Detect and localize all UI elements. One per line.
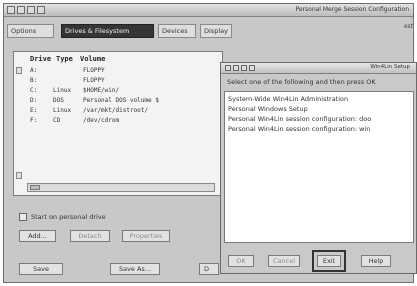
list-scroll-bottom[interactable] [16, 172, 22, 179]
ok-button[interactable]: OK [228, 255, 254, 267]
table-row[interactable]: A: FLOPPY [17, 67, 217, 76]
tab-overflow-text: est [403, 23, 413, 30]
close-icon[interactable] [7, 6, 15, 14]
setup-dialog: Win4Lin Setup Select one of the followin… [220, 62, 417, 274]
table-row[interactable]: B: FLOPPY [17, 77, 217, 86]
cancel-button[interactable]: Cancel [268, 255, 300, 267]
type-cell: Linux [53, 107, 72, 114]
type-cell: CD [53, 117, 61, 124]
type-cell: Linux [53, 87, 72, 94]
maximize-icon[interactable] [27, 6, 35, 14]
dialog-close-icon[interactable] [225, 65, 231, 71]
list-item[interactable]: System-Wide Win4Lin Administration [228, 95, 348, 103]
list-item[interactable]: Personal Windows Setup [228, 105, 308, 113]
dialog-title: Win4Lin Setup [370, 64, 410, 70]
partial-button[interactable]: D [199, 263, 219, 275]
list-item[interactable]: Personal Win4Lin session configuration: … [228, 125, 370, 133]
volume-cell: /var/mkt/distroot/ [83, 107, 149, 114]
main-titlebar[interactable]: Personal Merge Session Configuration [4, 4, 413, 17]
help-button[interactable]: Help [361, 255, 391, 267]
dialog-minimize-icon[interactable] [233, 65, 239, 71]
add-button[interactable]: Add... [19, 230, 56, 242]
drive-cell: C: [30, 87, 38, 94]
drive-cell: B: [30, 77, 38, 84]
detach-button[interactable]: Detach [70, 230, 110, 242]
save-as-button[interactable]: Save As... [110, 263, 160, 275]
drive-cell: A: [30, 67, 38, 74]
exit-button[interactable]: Exit [317, 255, 341, 267]
list-item[interactable]: Personal Win4Lin session configuration: … [228, 115, 371, 123]
dialog-menu-icon[interactable] [249, 65, 255, 71]
minimize-icon[interactable] [17, 6, 25, 14]
volume-cell: Personal DOS volume $ [83, 97, 159, 104]
menu-icon[interactable] [37, 6, 45, 14]
volume-column-header: Volume [80, 55, 106, 63]
scrollbar-thumb[interactable] [30, 185, 40, 190]
drive-column-header: Drive [30, 55, 52, 63]
table-row[interactable]: F: CD /dev/cdrom [17, 117, 217, 126]
type-column-header: Type [56, 55, 73, 63]
drive-cell: F: [30, 117, 38, 124]
tab-devices[interactable]: Devices [158, 24, 196, 38]
volume-cell: /dev/cdrom [83, 117, 120, 124]
dialog-prompt: Select one of the following and then pre… [227, 78, 376, 86]
tab-options[interactable]: Options [7, 24, 54, 38]
table-row[interactable]: C: Linux $HOME/win/ [17, 87, 217, 96]
drive-cell: D: [30, 97, 38, 104]
type-cell: DOS [53, 97, 64, 104]
tab-drives-filesystem[interactable]: Drives & Filesystem [61, 24, 154, 38]
window-title: Personal Merge Session Configuration [295, 6, 409, 13]
properties-button[interactable]: Properties [122, 230, 170, 242]
save-button[interactable]: Save [19, 263, 63, 275]
table-row[interactable]: D: DOS Personal DOS volume $ [17, 97, 217, 106]
start-drive-checkbox[interactable] [19, 213, 27, 221]
dialog-titlebar[interactable]: Win4Lin Setup [221, 63, 416, 74]
table-row[interactable]: E: Linux /var/mkt/distroot/ [17, 107, 217, 116]
start-drive-label: Start on personal drive [31, 213, 106, 221]
horizontal-scrollbar[interactable] [27, 183, 215, 192]
volume-cell: FLOPPY [83, 77, 105, 84]
setup-options-list[interactable]: System-Wide Win4Lin Administration Perso… [224, 91, 414, 243]
dialog-maximize-icon[interactable] [241, 65, 247, 71]
drive-cell: E: [30, 107, 38, 114]
tab-display[interactable]: Display [200, 24, 232, 38]
volume-cell: FLOPPY [83, 67, 105, 74]
volume-cell: $HOME/win/ [83, 87, 120, 94]
